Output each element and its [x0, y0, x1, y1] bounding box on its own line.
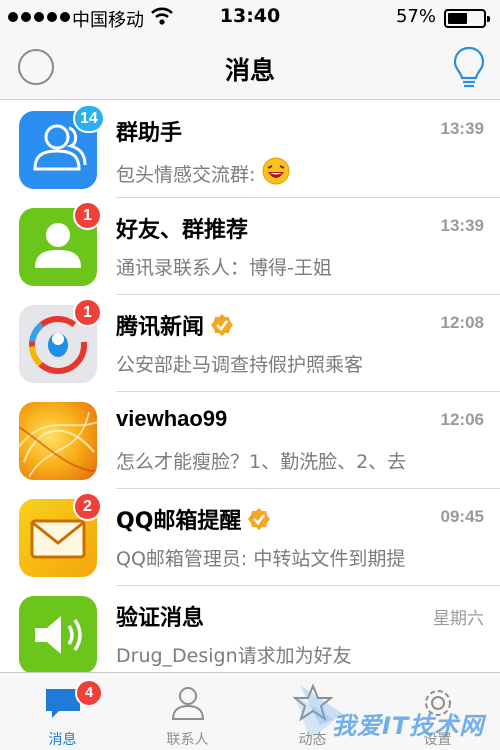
contacts-person-icon	[171, 687, 205, 720]
battery-percent: 57%	[395, 6, 436, 27]
laughing-emoji-icon	[261, 156, 291, 191]
tab-badge: 4	[75, 679, 103, 707]
conversation-row[interactable]: 1 腾讯新闻 12:08 公安部赴马调查持假护照乘客	[0, 295, 500, 392]
conversation-name: viewhao99	[116, 406, 228, 431]
conversation-preview: QQ邮箱管理员: 中转站文件到期提	[116, 548, 406, 570]
conversation-row[interactable]: 14 群助手 13:39 包头情感交流群:	[0, 101, 500, 198]
tab-messages[interactable]: 4 消息	[0, 673, 125, 750]
conversation-time: 星期六	[433, 609, 484, 629]
tab-label: 设置	[423, 732, 452, 748]
conversation-name: 腾讯新闻	[116, 309, 234, 341]
speaker-icon	[19, 596, 97, 674]
unread-badge: 1	[73, 201, 102, 230]
conversation-name: 验证消息	[116, 606, 205, 631]
conversation-row[interactable]: 1 好友、群推荐 13:39 通讯录联系人：博得-王姐	[0, 198, 500, 295]
conversation-list: 14 群助手 13:39 包头情感交流群: 1 好友、群推荐 13:39 通讯录…	[0, 101, 500, 674]
conversation-time: 12:06	[440, 410, 484, 429]
conversation-preview: 公安部赴马调查持假护照乘客	[116, 354, 364, 376]
conversation-name: 好友、群推荐	[116, 218, 249, 243]
conversation-preview: 通讯录联系人：博得-王姐	[116, 257, 332, 279]
unread-badge: 2	[73, 492, 102, 521]
battery-icon	[444, 9, 490, 28]
star-icon	[293, 683, 333, 722]
conversation-preview: 怎么才能瘦脸？1、勤洗脸、2、去	[116, 451, 407, 473]
tab-label: 动态	[298, 732, 327, 748]
verified-badge-icon	[248, 508, 271, 530]
unread-badge: 1	[73, 298, 102, 327]
page-title: 消息	[224, 56, 275, 85]
conversation-preview: Drug_Design请求加为好友	[116, 645, 352, 667]
conversation-name: QQ邮箱提醒	[116, 503, 271, 535]
navigation-bar: 消息	[0, 34, 500, 100]
lightbulb-icon[interactable]	[452, 45, 486, 95]
conversation-row[interactable]: 2 QQ邮箱提醒 09:45 QQ邮箱管理员: 中转站文件到期提	[0, 489, 500, 586]
conversation-row[interactable]: viewhao99 12:06 怎么才能瘦脸？1、勤洗脸、2、去	[0, 392, 500, 489]
tab-contacts[interactable]: 联系人	[125, 673, 250, 750]
conversation-time: 09:45	[440, 507, 484, 526]
tab-settings[interactable]: 设置	[375, 673, 500, 750]
unread-badge: 14	[73, 104, 105, 133]
status-bar: 中国移动 13:40 57%	[0, 0, 500, 34]
conversation-preview: 包头情感交流群:	[116, 156, 291, 191]
verified-badge-icon	[211, 314, 234, 336]
gear-icon	[425, 690, 451, 716]
tab-label: 消息	[48, 732, 77, 748]
conversation-time: 12:08	[440, 313, 484, 332]
conversation-name: 群助手	[116, 121, 183, 146]
conversation-row[interactable]: 验证消息 星期六 Drug_Design请求加为好友	[0, 586, 500, 674]
abstract-orange-avatar	[19, 402, 97, 480]
tab-label: 联系人	[166, 732, 209, 748]
conversation-time: 13:39	[440, 216, 484, 235]
tab-bar: 4 消息 联系人 动态 设置	[0, 672, 500, 750]
conversation-time: 13:39	[440, 119, 484, 138]
tab-feed[interactable]: 动态	[250, 673, 375, 750]
